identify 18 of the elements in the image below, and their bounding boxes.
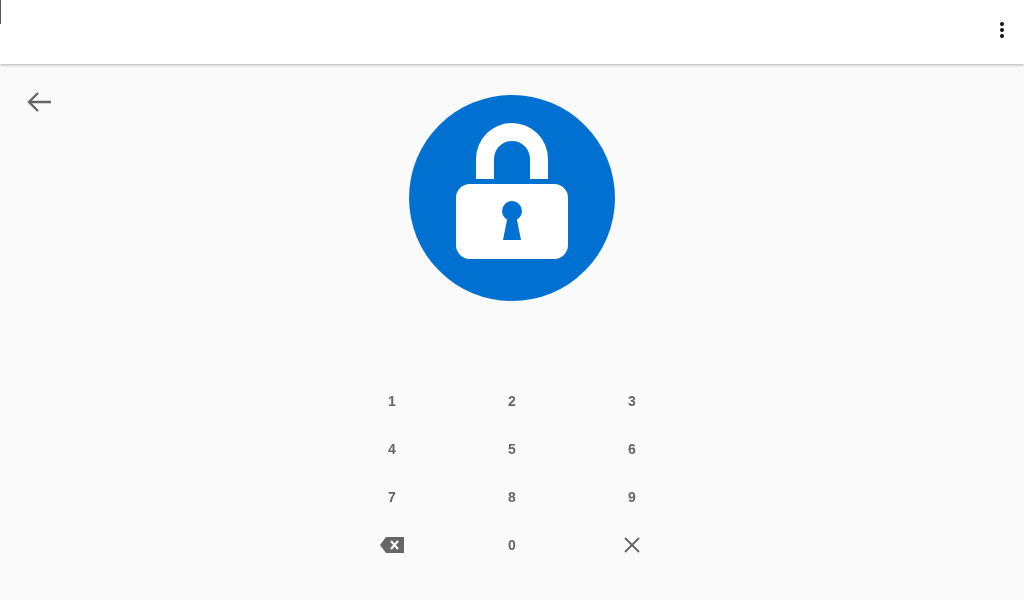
text-cursor	[0, 0, 1, 24]
digit-key[interactable]: 6	[572, 425, 692, 473]
digit-key[interactable]: 8	[452, 473, 572, 521]
digit-key[interactable]: 5	[452, 425, 572, 473]
close-icon	[624, 537, 640, 553]
digit-key[interactable]: 7	[332, 473, 452, 521]
more-icon	[1000, 22, 1004, 38]
digit-key[interactable]: 0	[452, 521, 572, 569]
more-options-button[interactable]	[1000, 22, 1004, 38]
digit-key[interactable]: 9	[572, 473, 692, 521]
digit-key[interactable]: 1	[332, 377, 452, 425]
back-arrow-icon	[26, 91, 52, 113]
backspace-icon	[380, 537, 404, 553]
digit-key[interactable]: 3	[572, 377, 692, 425]
back-button[interactable]	[26, 91, 52, 113]
digit-key[interactable]: 4	[332, 425, 452, 473]
padlock-icon	[409, 95, 615, 301]
digit-key[interactable]: 2	[452, 377, 572, 425]
